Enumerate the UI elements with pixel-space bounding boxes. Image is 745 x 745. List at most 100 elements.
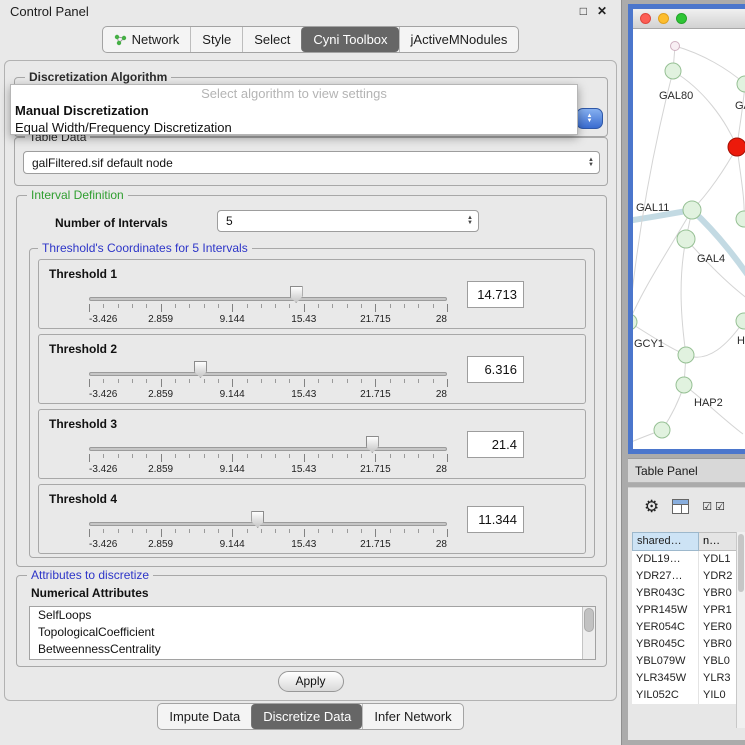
network-node[interactable] xyxy=(671,42,680,51)
table-row[interactable]: YIL052CYIL0 xyxy=(632,687,744,704)
column-header-shared-name[interactable]: shared… xyxy=(632,532,699,551)
float-window-icon[interactable]: □ xyxy=(580,4,587,18)
slider-track[interactable] xyxy=(89,372,447,376)
minimize-traffic-light[interactable] xyxy=(658,13,669,24)
tab-impute-data[interactable]: Impute Data xyxy=(158,704,251,729)
threshold-value-field[interactable]: 11.344 xyxy=(467,506,524,533)
tab-cyni-toolbox[interactable]: Cyni Toolbox xyxy=(301,27,398,52)
network-node-label: GAL11 xyxy=(636,202,669,214)
columns-icon[interactable] xyxy=(672,499,689,514)
close-traffic-light[interactable] xyxy=(640,13,651,24)
spinner-down-icon: ▼ xyxy=(587,119,593,124)
network-node[interactable] xyxy=(676,377,692,393)
tab-style[interactable]: Style xyxy=(190,27,242,52)
spinner-down-icon: ▼ xyxy=(588,163,594,168)
zoom-traffic-light[interactable] xyxy=(676,13,687,24)
threshold-slider[interactable]: -3.4262.8599.14415.4321.71528 xyxy=(89,434,447,476)
network-node[interactable] xyxy=(665,63,681,79)
network-node[interactable] xyxy=(736,211,745,227)
table-row[interactable]: YBL079WYBL0 xyxy=(632,653,744,670)
attributes-list-items: SelfLoopsTopologicalCoefficientBetweenne… xyxy=(30,607,595,658)
table-data-combobox[interactable]: galFiltered.sif default node ▲ ▼ xyxy=(23,151,600,174)
threshold-panel: Threshold 1 -3.4262.8599.14415.4321.7152… xyxy=(38,259,586,329)
threshold-value-field[interactable]: 14.713 xyxy=(467,281,524,308)
table-row[interactable]: YDL19…YDL1 xyxy=(632,551,744,568)
attribute-list-item[interactable]: TopologicalCoefficient xyxy=(30,624,595,641)
table-cell: YIL052C xyxy=(632,687,699,704)
dropdown-item-equal-width-frequency[interactable]: Equal Width/Frequency Discretization xyxy=(11,119,577,136)
slider-tick-label: 9.144 xyxy=(220,314,245,325)
slider-track[interactable] xyxy=(89,447,447,451)
threshold-slider[interactable]: -3.4262.8599.14415.4321.71528 xyxy=(89,284,447,326)
tab-select[interactable]: Select xyxy=(242,27,301,52)
list-scrollbar[interactable] xyxy=(582,607,595,659)
table-cell: YER054C xyxy=(632,619,699,636)
number-of-intervals-combobox[interactable]: 5 ▲ ▼ xyxy=(217,210,479,232)
threshold-slider[interactable]: -3.4262.8599.14415.4321.71528 xyxy=(89,509,447,551)
table-cell: YBL079W xyxy=(632,653,699,670)
slider-scale: -3.4262.8599.14415.4321.71528 xyxy=(89,464,447,476)
screen: Control Panel □ ✕ Network xyxy=(0,0,745,745)
table-scrollbar[interactable] xyxy=(736,532,745,728)
attribute-list-item[interactable]: SelfLoops xyxy=(30,607,595,624)
tab-network[interactable]: Network xyxy=(103,27,191,52)
apply-button[interactable]: Apply xyxy=(278,671,344,692)
checkbox-icons[interactable]: ☑ ☑ xyxy=(702,500,725,513)
threshold-slider[interactable]: -3.4262.8599.14415.4321.71528 xyxy=(89,359,447,401)
network-window-titlebar xyxy=(633,9,745,29)
algorithm-combobox-button[interactable]: ▲ ▼ xyxy=(576,108,603,129)
network-node[interactable] xyxy=(736,313,745,329)
network-view-window: GAL80 GAL GAL11 GAL4 GCY1 H HAP2 xyxy=(628,4,745,454)
scrollbar-thumb[interactable] xyxy=(584,608,594,632)
slider-tick-label: 15.43 xyxy=(291,314,316,325)
slider-tick-label: -3.426 xyxy=(89,464,117,475)
tab-infer-network[interactable]: Infer Network xyxy=(362,704,462,729)
threshold-value-field[interactable]: 6.316 xyxy=(467,356,524,383)
numerical-attributes-label: Numerical Attributes xyxy=(31,586,149,600)
network-node[interactable] xyxy=(683,201,701,219)
table-cell: YDR27… xyxy=(632,568,699,585)
table-row[interactable]: YBR045CYBR0 xyxy=(632,636,744,653)
gear-icon[interactable]: ⚙ xyxy=(644,498,659,515)
combobox-spinner: ▲ ▼ xyxy=(583,158,599,168)
table-cell: YDL19… xyxy=(632,551,699,568)
dropdown-item-manual-discretization[interactable]: Manual Discretization xyxy=(11,102,577,119)
slider-track[interactable] xyxy=(89,522,447,526)
table-row[interactable]: YPR145WYPR1 xyxy=(632,602,744,619)
network-canvas[interactable]: GAL80 GAL GAL11 GAL4 GCY1 H HAP2 xyxy=(633,29,745,448)
slider-track[interactable] xyxy=(89,297,447,301)
slider-tick-label: -3.426 xyxy=(89,314,117,325)
attribute-list-item[interactable]: BetweennessCentrality xyxy=(30,641,595,658)
number-of-intervals-label: Number of Intervals xyxy=(55,216,168,230)
tab-discretize-data[interactable]: Discretize Data xyxy=(251,704,362,729)
table-row[interactable]: YER054CYER0 xyxy=(632,619,744,636)
close-icon[interactable]: ✕ xyxy=(597,4,607,18)
network-node[interactable] xyxy=(678,347,694,363)
table-panel-title: Table Panel xyxy=(628,458,745,483)
slider-tick-label: -3.426 xyxy=(89,389,117,400)
table-data-group: Table Data galFiltered.sif default node … xyxy=(14,137,608,186)
network-node-selected[interactable] xyxy=(728,138,745,156)
combobox-value: galFiltered.sif default node xyxy=(24,156,583,170)
table-row[interactable]: YDR27…YDR2 xyxy=(632,568,744,585)
threshold-label: Threshold 3 xyxy=(49,417,117,431)
tab-jactivemnodules[interactable]: jActiveMNodules xyxy=(399,27,519,52)
table-cell: YBR043C xyxy=(632,585,699,602)
threshold-value-field[interactable]: 21.4 xyxy=(467,431,524,458)
slider-tick-label: 21.715 xyxy=(360,389,391,400)
table-row[interactable]: YBR043CYBR0 xyxy=(632,585,744,602)
slider-scale: -3.4262.8599.14415.4321.71528 xyxy=(89,539,447,551)
thresholds-group: Threshold's Coordinates for 5 Intervals … xyxy=(29,248,595,558)
table-row[interactable]: YLR345WYLR3 xyxy=(632,670,744,687)
table-panel: ⚙ ☑ ☑ shared… n… YDL19…YDL1YDR27…YDR2YBR… xyxy=(628,487,745,740)
network-node[interactable] xyxy=(654,422,670,438)
network-node[interactable] xyxy=(677,230,695,248)
combobox-spinner: ▲ ▼ xyxy=(462,216,478,226)
scrollbar-thumb[interactable] xyxy=(738,534,744,592)
interval-definition-group: Interval Definition Number of Intervals … xyxy=(16,195,607,567)
network-node-label: GAL xyxy=(735,100,745,112)
slider-tick-label: 28 xyxy=(436,539,447,550)
network-node[interactable] xyxy=(633,314,637,330)
network-node-label: HAP2 xyxy=(694,397,723,409)
slider-tick-label: 21.715 xyxy=(360,314,391,325)
